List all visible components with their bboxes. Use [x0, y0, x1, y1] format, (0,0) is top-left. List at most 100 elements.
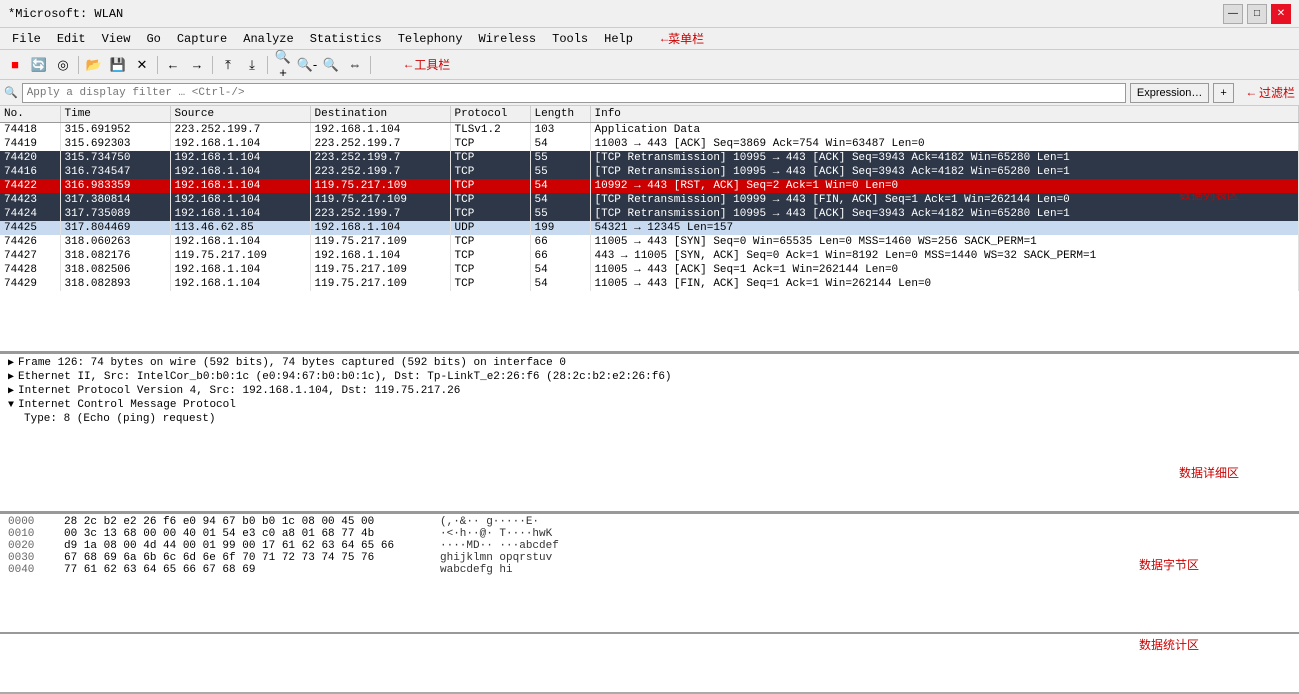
- menu-file[interactable]: File: [4, 30, 49, 48]
- menu-help[interactable]: Help: [596, 30, 641, 48]
- packet-cell: 103: [530, 123, 590, 138]
- menu-view[interactable]: View: [94, 30, 139, 48]
- table-row[interactable]: 74425317.804469113.46.62.85192.168.1.104…: [0, 221, 1299, 235]
- detail-row-ethernet[interactable]: ▶ Ethernet II, Src: IntelCor_b0:b0:1c (e…: [0, 370, 1299, 384]
- packet-cell: 74427: [0, 249, 60, 263]
- detail-pane[interactable]: ▶ Frame 126: 74 bytes on wire (592 bits)…: [0, 354, 1299, 514]
- annotation-toolbar-arrow: ←: [405, 58, 412, 72]
- filter-add-button[interactable]: +: [1213, 83, 1233, 103]
- close-button[interactable]: ✕: [1271, 4, 1291, 24]
- toolbar-open[interactable]: 📂: [83, 54, 105, 76]
- hex-ascii: wabcdefg hi: [440, 564, 513, 576]
- packet-cell: 74416: [0, 165, 60, 179]
- empty-area: [0, 634, 1299, 694]
- packet-cell: TCP: [450, 179, 530, 193]
- col-source: Source: [170, 106, 310, 123]
- toolbar-circle[interactable]: ◎: [52, 54, 74, 76]
- table-row[interactable]: 74426318.060263192.168.1.104119.75.217.1…: [0, 235, 1299, 249]
- packet-cell: 74420: [0, 151, 60, 165]
- menu-analyze[interactable]: Analyze: [235, 30, 301, 48]
- menu-capture[interactable]: Capture: [169, 30, 235, 48]
- toolbar-close[interactable]: ✕: [131, 54, 153, 76]
- hex-row: 0020d9 1a 08 00 4d 44 00 01 99 00 17 61 …: [0, 540, 1299, 552]
- packet-cell: 54: [530, 263, 590, 277]
- packet-cell: 317.735089: [60, 207, 170, 221]
- toolbar-resize[interactable]: ⇔: [344, 54, 366, 76]
- toolbar-back[interactable]: ←: [162, 54, 184, 76]
- detail-row-ip[interactable]: ▶ Internet Protocol Version 4, Src: 192.…: [0, 384, 1299, 398]
- detail-row-icmp[interactable]: ▼ Internet Control Message Protocol: [0, 398, 1299, 412]
- menu-go[interactable]: Go: [138, 30, 168, 48]
- table-row[interactable]: 74428318.082506192.168.1.104119.75.217.1…: [0, 263, 1299, 277]
- hex-row: 004077 61 62 63 64 65 66 67 68 69wabcdef…: [0, 564, 1299, 576]
- packet-cell: 119.75.217.109: [170, 249, 310, 263]
- menu-wireless[interactable]: Wireless: [471, 30, 545, 48]
- menu-telephony[interactable]: Telephony: [390, 30, 471, 48]
- toolbar-goto-top[interactable]: ⤒: [217, 54, 239, 76]
- packet-cell: 192.168.1.104: [170, 277, 310, 291]
- toolbar-zoom-in[interactable]: 🔍+: [272, 54, 294, 76]
- hex-rows-container: 000028 2c b2 e2 26 f6 e0 94 67 b0 b0 1c …: [0, 516, 1299, 576]
- packet-cell: TCP: [450, 277, 530, 291]
- packet-cell: 54321 → 12345 Len=157: [590, 221, 1299, 235]
- hex-offset: 0010: [8, 528, 48, 540]
- packet-cell: 318.060263: [60, 235, 170, 249]
- detail-row-frame[interactable]: ▶ Frame 126: 74 bytes on wire (592 bits)…: [0, 356, 1299, 370]
- table-row[interactable]: 74427318.082176119.75.217.109192.168.1.1…: [0, 249, 1299, 263]
- table-row[interactable]: 74420315.734750192.168.1.104223.252.199.…: [0, 151, 1299, 165]
- menu-edit[interactable]: Edit: [49, 30, 94, 48]
- packet-cell: 74419: [0, 137, 60, 151]
- toolbar-save[interactable]: 💾: [107, 54, 129, 76]
- packet-cell: 11005 → 443 [SYN] Seq=0 Win=65535 Len=0 …: [590, 235, 1299, 249]
- ethernet-toggle: ▶: [8, 371, 14, 383]
- filter-expression-button[interactable]: Expression…: [1130, 83, 1209, 103]
- packet-cell: 74428: [0, 263, 60, 277]
- hex-ascii: ghijklmn opqrstuv: [440, 552, 552, 564]
- toolbar-stop[interactable]: ■: [4, 54, 26, 76]
- title-text: *Microsoft: WLAN: [8, 7, 123, 21]
- toolbar-fwd[interactable]: →: [186, 54, 208, 76]
- packet-cell: 192.168.1.104: [170, 137, 310, 151]
- hex-row: 003067 68 69 6a 6b 6c 6d 6e 6f 70 71 72 …: [0, 552, 1299, 564]
- packet-cell: 192.168.1.104: [170, 193, 310, 207]
- packet-cell: 74422: [0, 179, 60, 193]
- packet-cell: 315.692303: [60, 137, 170, 151]
- packet-cell: 223.252.199.7: [310, 151, 450, 165]
- hex-pane[interactable]: 000028 2c b2 e2 26 f6 e0 94 67 b0 b0 1c …: [0, 514, 1299, 634]
- table-row[interactable]: 74418315.691952223.252.199.7192.168.1.10…: [0, 123, 1299, 138]
- packet-cell: 192.168.1.104: [170, 179, 310, 193]
- filter-input[interactable]: [22, 83, 1126, 103]
- toolbar-zoom-reset[interactable]: 🔍: [320, 54, 342, 76]
- annotation-detail-label: 数据详细区: [1179, 464, 1239, 481]
- packet-tbody: 74418315.691952223.252.199.7192.168.1.10…: [0, 123, 1299, 292]
- annotation-stats: 数据统计区: [1139, 636, 1199, 653]
- packet-cell: TCP: [450, 207, 530, 221]
- table-row[interactable]: 74429318.082893192.168.1.104119.75.217.1…: [0, 277, 1299, 291]
- table-row[interactable]: 74422316.983359192.168.1.104119.75.217.1…: [0, 179, 1299, 193]
- packet-cell: 316.734547: [60, 165, 170, 179]
- toolbar-goto-bottom[interactable]: ⤓: [241, 54, 263, 76]
- minimize-button[interactable]: —: [1223, 4, 1243, 24]
- maximize-button[interactable]: □: [1247, 4, 1267, 24]
- menu-tools[interactable]: Tools: [544, 30, 596, 48]
- table-row[interactable]: 74419315.692303192.168.1.104223.252.199.…: [0, 137, 1299, 151]
- packet-cell: 54: [530, 137, 590, 151]
- menu-statistics[interactable]: Statistics: [302, 30, 390, 48]
- hex-bytes: 28 2c b2 e2 26 f6 e0 94 67 b0 b0 1c 08 0…: [64, 516, 424, 528]
- packet-cell: 11003 → 443 [ACK] Seq=3869 Ack=754 Win=6…: [590, 137, 1299, 151]
- col-info: Info: [590, 106, 1299, 123]
- table-row[interactable]: 74423317.380814192.168.1.104119.75.217.1…: [0, 193, 1299, 207]
- hex-bytes: 77 61 62 63 64 65 66 67 68 69: [64, 564, 424, 576]
- table-row[interactable]: 74424317.735089192.168.1.104223.252.199.…: [0, 207, 1299, 221]
- filter-icon: 🔍: [4, 86, 18, 100]
- packet-cell: 192.168.1.104: [170, 151, 310, 165]
- packet-list[interactable]: No. Time Source Destination Protocol Len…: [0, 106, 1299, 354]
- ip-toggle: ▶: [8, 385, 14, 397]
- toolbar-restart[interactable]: 🔄: [28, 54, 50, 76]
- packet-cell: 192.168.1.104: [310, 249, 450, 263]
- hex-ascii: (,·&·· g·····E·: [440, 516, 539, 528]
- toolbar-zoom-out[interactable]: 🔍-: [296, 54, 318, 76]
- col-protocol: Protocol: [450, 106, 530, 123]
- detail-sub-icmp-type: Type: 8 (Echo (ping) request): [0, 412, 1299, 426]
- table-row[interactable]: 74416316.734547192.168.1.104223.252.199.…: [0, 165, 1299, 179]
